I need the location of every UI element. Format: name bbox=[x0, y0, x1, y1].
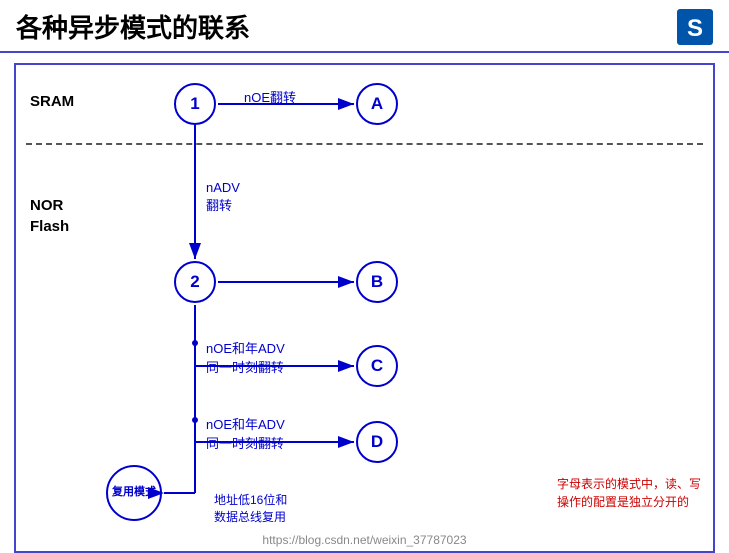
noe-label: nOE翻转 bbox=[244, 87, 296, 106]
nadv-label: nADV 翻转 bbox=[206, 165, 240, 214]
note-text: 字母表示的模式中，读、写 操作的配置是独立分开的 bbox=[557, 457, 701, 511]
mux-arrow-label: 地址低16位和 数据总线复用 bbox=[214, 477, 287, 525]
node-2: 2 bbox=[174, 261, 216, 303]
noe-adv-label-1: nOE和年ADV 同一时刻翻转 bbox=[206, 323, 285, 376]
nor-flash-label: NOR Flash bbox=[30, 195, 69, 237]
node-d: D bbox=[356, 421, 398, 463]
separator-line bbox=[26, 143, 703, 145]
node-1: 1 bbox=[174, 83, 216, 125]
logo-icon: S bbox=[677, 9, 713, 45]
page-title: 各种异步模式的联系 bbox=[16, 8, 250, 45]
noe-adv-label-2: nOE和年ADV 同一时刻翻转 bbox=[206, 399, 285, 452]
mux-node: 复用模式 bbox=[106, 465, 162, 521]
watermark: https://blog.csdn.net/weixin_37787023 bbox=[262, 533, 466, 547]
node-b: B bbox=[356, 261, 398, 303]
node-a: A bbox=[356, 83, 398, 125]
diagram-box: SRAM NOR Flash 1 A 2 B C D bbox=[14, 63, 715, 553]
svg-text:S: S bbox=[687, 15, 703, 42]
header: 各种异步模式的联系 S bbox=[0, 0, 729, 53]
sram-label: SRAM bbox=[30, 93, 74, 110]
node-c: C bbox=[356, 345, 398, 387]
page: 各种异步模式的联系 S SRAM NOR Flash 1 A 2 B bbox=[0, 0, 729, 548]
